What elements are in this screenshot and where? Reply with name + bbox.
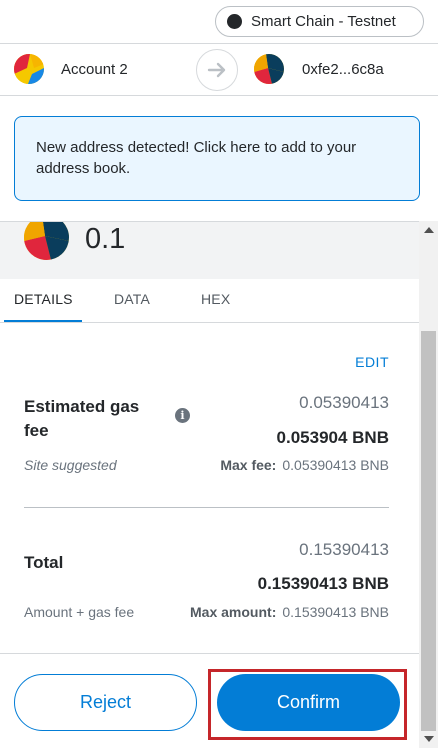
edit-gas-link[interactable]: EDIT	[355, 354, 389, 370]
tab-details[interactable]: DETAILS	[14, 291, 73, 307]
sender-account[interactable]: Account 2	[14, 54, 128, 84]
network-dot-icon	[227, 14, 242, 29]
scroll-up-icon[interactable]	[424, 227, 434, 233]
max-fee-value: 0.05390413 BNB	[282, 457, 389, 473]
recipient-identicon	[254, 54, 284, 84]
reject-button[interactable]: Reject	[14, 674, 197, 731]
gas-max-fee: Max fee: 0.05390413 BNB	[220, 457, 389, 473]
token-identicon	[24, 222, 69, 260]
active-tab-indicator	[4, 320, 82, 322]
banner-text: New address detected! Click here to add …	[36, 139, 357, 177]
details-panel: EDIT Estimated gas fee i Site suggested …	[0, 323, 419, 653]
arrow-right-icon	[196, 49, 238, 91]
gas-fee-label: Estimated gas fee	[24, 397, 140, 440]
amount-section: 0.1	[0, 221, 419, 279]
scrollbar[interactable]	[419, 221, 438, 748]
max-amount-label: Max amount:	[190, 604, 277, 620]
network-label: Smart Chain - Testnet	[251, 13, 396, 30]
recipient-address: 0xfe2...6c8a	[302, 60, 384, 78]
gas-fee-secondary: 0.05390413	[299, 393, 389, 412]
tab-bar: DETAILS DATA HEX	[0, 279, 419, 323]
total-primary: 0.15390413 BNB	[257, 574, 389, 593]
scroll-down-icon[interactable]	[424, 736, 434, 742]
max-amount-value: 0.15390413 BNB	[282, 604, 389, 620]
total-secondary: 0.15390413	[299, 540, 389, 559]
account-identicon	[14, 54, 44, 84]
divider	[24, 507, 389, 508]
sender-recipient-row: Account 2 0xfe2...6c8a	[0, 44, 438, 96]
total-label: Total	[24, 553, 64, 572]
recipient-account[interactable]: 0xfe2...6c8a	[254, 54, 384, 84]
max-fee-label: Max fee:	[220, 457, 277, 473]
tab-data[interactable]: DATA	[114, 291, 150, 307]
confirm-highlight-box	[208, 669, 407, 740]
reject-label: Reject	[79, 692, 132, 712]
network-selector[interactable]: Smart Chain - Testnet	[215, 6, 424, 37]
new-address-banner[interactable]: New address detected! Click here to add …	[14, 116, 420, 201]
amount-value: 0.1	[85, 223, 126, 255]
network-bar: Smart Chain - Testnet	[0, 0, 438, 44]
tab-hex[interactable]: HEX	[201, 291, 230, 307]
gas-fee-primary: 0.053904 BNB	[276, 428, 389, 447]
gas-sub-label: Site suggested	[24, 457, 117, 473]
footer: Reject Confirm	[0, 653, 419, 748]
total-max-amount: Max amount: 0.15390413 BNB	[190, 604, 389, 620]
info-icon[interactable]: i	[175, 408, 190, 423]
total-sub-label: Amount + gas fee	[24, 604, 135, 620]
sender-name: Account 2	[61, 60, 128, 78]
scroll-thumb[interactable]	[421, 331, 436, 731]
